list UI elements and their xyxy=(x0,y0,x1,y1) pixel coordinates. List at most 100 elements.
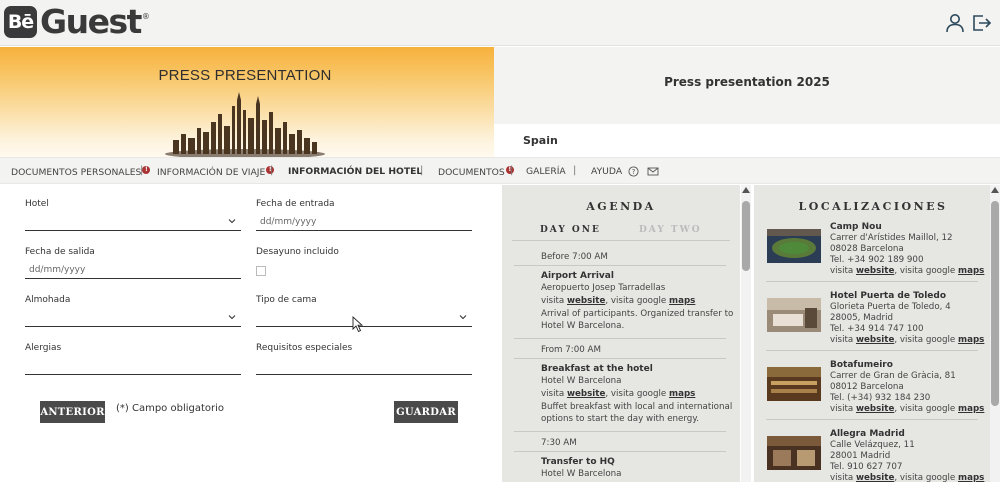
allergies-input[interactable] xyxy=(25,359,241,375)
agenda-divider xyxy=(514,358,726,359)
chevron-down-icon xyxy=(228,315,236,320)
hotel-select[interactable] xyxy=(25,215,241,231)
agenda-tabs: DAY ONE DAY TWO xyxy=(502,225,740,241)
stadium-photo[interactable] xyxy=(767,229,821,263)
checkin-field: Fecha de entrada dd/mm/yyyy xyxy=(256,199,472,231)
location-city: 28001 Madrid xyxy=(830,451,891,461)
nav-informacion-hotel[interactable]: INFORMACIÓN DEL HOTEL xyxy=(288,166,422,177)
location-address: Carrer d'Arístides Maillol, 12 xyxy=(830,233,953,243)
location-name: Camp Nou xyxy=(830,222,882,232)
location-divider xyxy=(766,350,978,351)
scrollbar-thumb[interactable] xyxy=(991,201,999,406)
hotel-room-photo[interactable] xyxy=(767,298,821,332)
mail-icon[interactable] xyxy=(647,166,659,177)
city-skyline-icon xyxy=(165,92,325,157)
checkin-date-input[interactable]: dd/mm/yyyy xyxy=(256,215,472,231)
agenda-title: AGENDA xyxy=(586,200,656,213)
agenda-divider xyxy=(514,338,726,339)
agenda-time: Before 7:00 AM xyxy=(541,252,608,262)
agenda-event-links: visita website, visita google maps xyxy=(541,296,696,306)
special-requirements-input[interactable] xyxy=(256,359,472,375)
nav-separator: | xyxy=(140,165,144,176)
restaurant-photo[interactable] xyxy=(767,436,821,470)
nav-ayuda[interactable]: AYUDA xyxy=(591,166,622,177)
pillow-select[interactable] xyxy=(25,311,241,327)
logo-text: Guest xyxy=(40,2,142,41)
mouse-cursor-icon xyxy=(352,316,364,333)
agenda-scrollbar[interactable] xyxy=(741,185,751,482)
location-divider xyxy=(766,419,978,420)
breakfast-checkbox[interactable] xyxy=(256,266,266,276)
website-link[interactable]: website xyxy=(567,296,605,306)
location-address: Glorieta Puerta de Toledo, 4 xyxy=(830,302,951,312)
alert-badge: ! xyxy=(142,166,151,174)
location-city: 28005, Madrid xyxy=(830,313,893,323)
bed-type-select[interactable] xyxy=(256,311,472,327)
agenda-event-place: Aeropuerto Josep Tarradellas xyxy=(541,283,666,293)
scroll-up-icon[interactable] xyxy=(742,187,750,193)
special-requirements-field: Requisitos especiales xyxy=(256,343,472,375)
logout-icon[interactable] xyxy=(970,12,992,34)
location-links: visita website, visita google maps xyxy=(830,404,985,414)
nav-galeria[interactable]: GALERÍA xyxy=(526,166,566,177)
main-nav: DOCUMENTOS PERSONALES! | INFORMACIÓN DE … xyxy=(0,157,1000,184)
save-button[interactable]: GUARDAR xyxy=(394,401,458,423)
locations-panel: LOCALIZACIONES Camp Nou Carrer d'Arístid… xyxy=(754,185,992,482)
scrollbar-thumb[interactable] xyxy=(742,201,750,271)
location-phone: Tel. +34 914 747 100 xyxy=(830,324,924,334)
allergies-field: Alergias xyxy=(25,343,241,375)
maps-link[interactable]: maps xyxy=(958,266,984,276)
locations-title: LOCALIZACIONES xyxy=(798,200,948,213)
user-icon[interactable] xyxy=(944,12,966,34)
chevron-down-icon xyxy=(459,315,467,320)
agenda-event-title: Transfer to HQ xyxy=(541,457,615,467)
locations-scrollbar[interactable] xyxy=(990,185,1000,482)
help-icon[interactable]: ? xyxy=(628,166,639,177)
event-info-panel: Press presentation 2025 Spain xyxy=(494,47,1000,157)
agenda-event-desc: Arrival of participants. Organized trans… xyxy=(541,309,734,319)
restaurant-photo[interactable] xyxy=(767,367,821,401)
maps-link[interactable]: maps xyxy=(958,473,984,482)
nav-documentos-personales[interactable]: DOCUMENTOS PERSONALES! xyxy=(11,166,151,178)
website-link[interactable]: website xyxy=(856,266,894,276)
nav-separator: | xyxy=(510,165,514,176)
svg-text:?: ? xyxy=(632,168,636,176)
tabs-divider xyxy=(512,240,730,241)
top-header: Bē Guest ® xyxy=(0,0,1000,46)
nav-documentos[interactable]: DOCUMENTOS! xyxy=(438,166,514,178)
location-divider xyxy=(766,281,978,282)
tab-day-two[interactable]: DAY TWO xyxy=(639,225,702,235)
breakfast-field: Desayuno incluido xyxy=(256,247,472,276)
scroll-up-icon[interactable] xyxy=(991,187,999,193)
hotel-label: Hotel xyxy=(25,199,49,209)
bed-type-field: Tipo de cama xyxy=(256,295,472,327)
hotel-form: Hotel Fecha de entrada dd/mm/yyyy Fecha … xyxy=(0,185,500,482)
maps-link[interactable]: maps xyxy=(958,404,984,414)
special-requirements-label: Requisitos especiales xyxy=(256,343,353,353)
breakfast-label: Desayuno incluido xyxy=(256,247,339,257)
agenda-event-title: Breakfast at the hotel xyxy=(541,364,653,374)
nav-informacion-viaje[interactable]: INFORMACIÓN DE VIAJE! xyxy=(157,166,275,178)
location-city: 08028 Barcelona xyxy=(830,244,904,254)
nav-separator: | xyxy=(270,165,274,176)
location-links: visita website, visita google maps xyxy=(830,473,985,482)
logo-registered-mark: ® xyxy=(141,12,150,21)
maps-link[interactable]: maps xyxy=(669,296,695,306)
maps-link[interactable]: maps xyxy=(669,389,695,399)
event-title: Press presentation 2025 xyxy=(664,75,830,89)
location-name: Botafumeiro xyxy=(830,360,893,370)
website-link[interactable]: website xyxy=(856,335,894,345)
checkout-date-input[interactable]: dd/mm/yyyy xyxy=(25,263,241,279)
beguest-logo[interactable]: Bē Guest ® xyxy=(4,4,150,40)
bed-type-label: Tipo de cama xyxy=(256,295,317,305)
tab-day-one[interactable]: DAY ONE xyxy=(540,225,601,235)
website-link[interactable]: website xyxy=(856,473,894,482)
location-item: Camp Nou Carrer d'Arístides Maillol, 12 … xyxy=(754,222,992,288)
website-link[interactable]: website xyxy=(567,389,605,399)
website-link[interactable]: website xyxy=(856,404,894,414)
location-city: 08012 Barcelona xyxy=(830,382,904,392)
agenda-event-place: Hotel W Barcelona xyxy=(541,469,622,479)
maps-link[interactable]: maps xyxy=(958,335,984,345)
back-button[interactable]: ANTERIOR xyxy=(40,401,105,423)
location-phone: Tel. (+34) 932 184 230 xyxy=(830,393,931,403)
